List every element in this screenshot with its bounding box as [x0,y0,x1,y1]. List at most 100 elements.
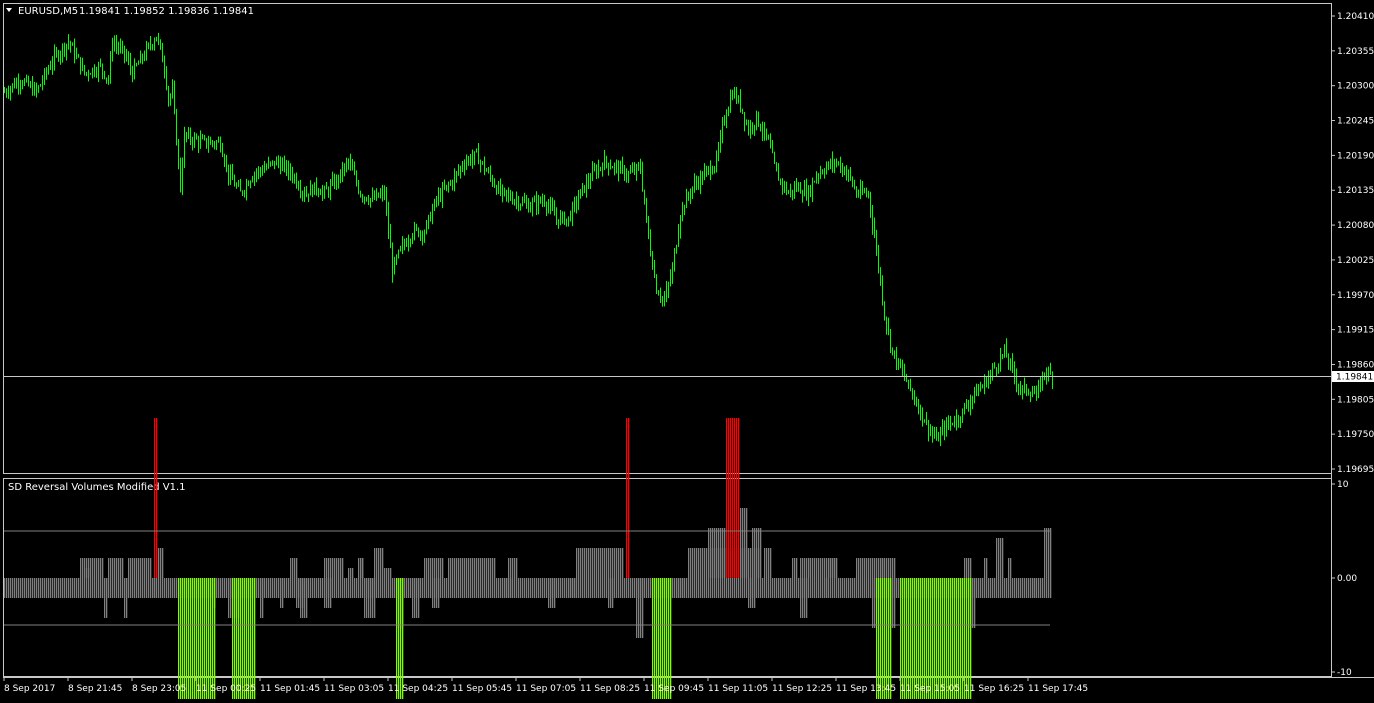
indicator-bar-neutral [1034,578,1036,598]
indicator-bar-sell [734,418,736,578]
indicator-bar-neutral [702,578,704,598]
indicator-bar-neutral [746,578,748,598]
indicator-bar-neutral [762,578,764,598]
indicator-bar-neutral [104,578,106,618]
indicator-bar-neutral [22,578,24,598]
indicator-bar-buy [180,578,182,703]
indicator-bar-neutral [162,548,164,578]
indicator-bar-neutral [322,578,324,598]
indicator-bar-neutral [362,578,364,598]
indicator-bar-neutral [438,558,440,578]
indicator-bar-neutral [826,578,828,598]
indicator-bar-neutral [788,578,790,598]
indicator-bar-neutral [760,528,762,578]
indicator-bar-neutral [998,538,1000,578]
chart-canvas[interactable]: EURUSD,M5 1.19841 1.19852 1.19836 1.1984… [0,0,1374,703]
price-tick-label: 1.19750 [1337,430,1374,440]
indicator-bar-neutral [860,558,862,578]
indicator-bar-buy [882,578,884,703]
indicator-bar-neutral [712,578,714,598]
indicator-bar-neutral [596,548,598,578]
indicator-bar-neutral [814,578,816,598]
time-tick-label: 11 Sep 07:05 [516,684,576,694]
indicator-bar-neutral [30,578,32,598]
indicator-bar-neutral [382,548,384,578]
indicator-bar-buy [932,578,934,703]
time-tick-label: 8 Sep 23:05 [132,684,186,694]
indicator-bar-neutral [986,558,988,578]
indicator-bar-neutral [698,578,700,598]
indicator-bar-neutral [124,578,126,618]
indicator-bar-neutral [388,568,390,578]
indicator-bar-neutral [552,578,554,608]
indicator-bar-neutral [612,578,614,608]
indicator-bar-neutral [8,578,10,598]
indicator-bar-neutral [748,548,750,578]
indicator-bar-neutral [276,578,278,598]
indicator-bar-neutral [98,558,100,578]
indicator-bar-buy [914,578,916,703]
indicator-bar-neutral [514,578,516,598]
indicator-bar-neutral [230,578,232,618]
indicator-bar-neutral [290,558,292,578]
indicator-bar-buy [212,578,214,703]
indicator-bar-neutral [502,578,504,598]
indicator-bar-neutral [610,578,612,608]
indicator-bar-buy [656,578,658,703]
indicator-bar-neutral [682,578,684,598]
indicator-bar-neutral [766,548,768,578]
indicator-bar-neutral [690,548,692,578]
indicator-bar-neutral [592,548,594,578]
indicator-bar-neutral [468,578,470,598]
price-chart-frame [3,3,1332,474]
indicator-bar-buy [670,578,672,703]
indicator-bar-buy [246,578,248,703]
indicator-bar-neutral [386,578,388,598]
indicator-bar-neutral [442,578,444,598]
indicator-bar-neutral [752,578,754,608]
indicator-bar-neutral [716,578,718,598]
indicator-bar-neutral [704,578,706,598]
chart-menu-triangle-icon[interactable] [6,8,12,12]
indicator-bar-buy [652,578,654,703]
indicator-bar-neutral [1044,528,1046,578]
indicator-bar-neutral [736,578,738,598]
indicator-bar-neutral [642,578,644,638]
indicator-bar-neutral [834,578,836,598]
indicator-bar-neutral [162,578,164,598]
indicator-bar-neutral [874,578,876,628]
time-tick-label: 11 Sep 05:45 [452,684,512,694]
indicator-bar-neutral [600,578,602,598]
indicator-bar-neutral [592,578,594,598]
indicator-bar-neutral [1002,578,1004,598]
indicator-tick-label: 10 [1337,480,1349,490]
indicator-bar-neutral [512,558,514,578]
price-tick-label: 1.19860 [1337,360,1374,370]
indicator-bar-neutral [60,578,62,598]
indicator-bar-neutral [616,578,618,598]
indicator-bar-neutral [94,558,96,578]
indicator-bar-neutral [966,558,968,578]
indicator-bar-neutral [332,558,334,578]
indicator-bar-neutral [350,568,352,578]
indicator-bar-neutral [328,578,330,608]
indicator-bar-neutral [1006,578,1008,598]
indicator-bar-neutral [492,578,494,598]
indicator-bar-buy [198,578,200,703]
indicator-bar-neutral [812,578,814,598]
indicator-bar-neutral [806,578,808,618]
indicator-bar-neutral [988,578,990,598]
indicator-bar-neutral [160,578,162,598]
indicator-bar-neutral [858,558,860,578]
indicator-bar-neutral [100,578,102,598]
indicator-bar-neutral [414,578,416,618]
indicator-bar-neutral [984,578,986,598]
indicator-bar-neutral [48,578,50,598]
indicator-bar-neutral [842,578,844,598]
indicator-bar-neutral [586,548,588,578]
indicator-bar-neutral [308,578,310,598]
indicator-bar-neutral [820,578,822,598]
indicator-bar-neutral [724,578,726,598]
indicator-bar-neutral [624,578,626,598]
indicator-bar-neutral [510,578,512,598]
